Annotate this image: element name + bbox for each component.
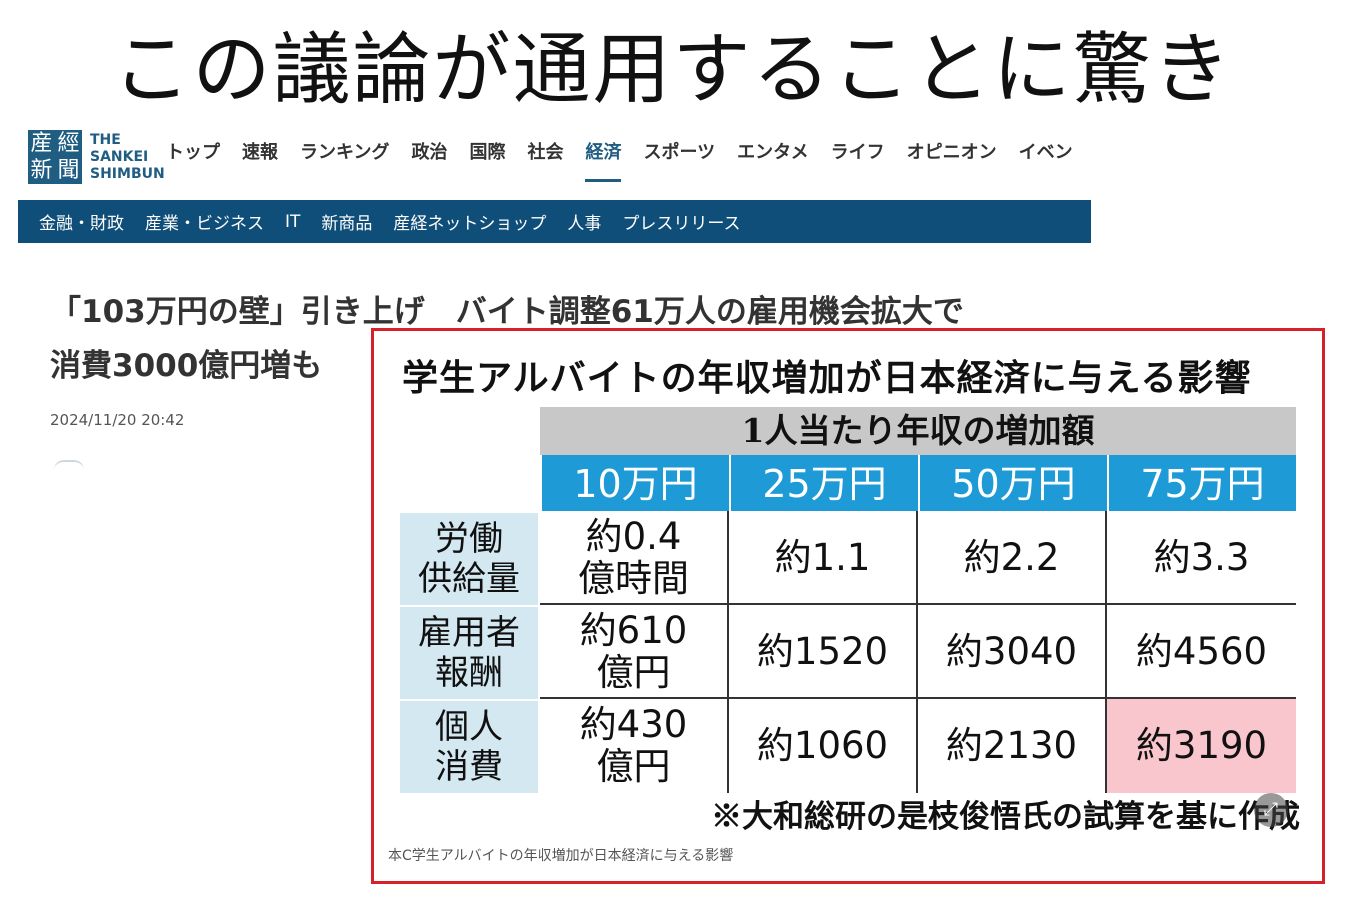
nav-item-breaking[interactable]: 速報 [242, 138, 278, 182]
logo-kanji: 聞 [57, 158, 80, 183]
cell-unit: 億円 [596, 651, 671, 694]
cell-value: 約0.4 [585, 515, 682, 558]
nav-item-ranking[interactable]: ランキング [300, 138, 389, 182]
row-label: 労働 [435, 519, 503, 559]
subnav-item-shop[interactable]: 産経ネットショップ [393, 209, 546, 234]
subnav-item-industry[interactable]: 産業・ビジネス [145, 209, 264, 234]
row-label: 雇用者 [418, 613, 520, 653]
column-header: 75万円 [1107, 455, 1296, 511]
logo-wordmark: THE SANKEI SHIMBUN [90, 132, 165, 183]
row-label: 報酬 [435, 653, 503, 693]
nav-item-life[interactable]: ライフ [831, 138, 885, 182]
subnav-item-press[interactable]: プレスリリース [622, 209, 740, 234]
logo-kanji: 經 [57, 131, 80, 156]
logo-word: SANKEI [90, 148, 149, 165]
cell-value: 約430 [579, 703, 688, 746]
cell-value: 約610 [579, 609, 688, 652]
logo-word: SHIMBUN [90, 165, 165, 182]
subnav-item-finance[interactable]: 金融・財政 [39, 209, 124, 234]
nav-item-sports[interactable]: スポーツ [643, 138, 715, 182]
column-header: 25万円 [729, 455, 918, 511]
row-label: 個人 [435, 707, 503, 747]
table-cell: 約3.3 [1153, 536, 1250, 579]
subnav-item-products[interactable]: 新商品 [321, 209, 372, 234]
author-avatar [54, 460, 84, 470]
nav-item-opinion[interactable]: オピニオン [907, 138, 997, 182]
nav-item-society[interactable]: 社会 [527, 138, 563, 182]
nav-item-events[interactable]: イベン [1019, 138, 1073, 182]
nav-item-economy[interactable]: 経済 [585, 138, 622, 182]
nav-item-top[interactable]: トップ [166, 138, 220, 182]
table-cell: 約3040 [918, 605, 1107, 699]
expand-icon[interactable]: ⤢ [1254, 793, 1288, 827]
logo-kanji: 新 [30, 158, 53, 183]
table-cell: 約4560 [1135, 630, 1268, 673]
figure-title: 学生アルバイトの年収増加が日本経済に与える影響 [402, 358, 1252, 399]
logo-word: THE [90, 131, 121, 148]
article-figure: 学生アルバイトの年収増加が日本経済に与える影響 1人当たり年収の増加額 10万円… [371, 328, 1325, 884]
cell-unit: 億円 [596, 745, 671, 788]
span-header: 1人当たり年収の増加額 [540, 407, 1296, 455]
table-cell: 約1.1 [729, 511, 918, 605]
table-cell: 約2.2 [918, 511, 1107, 605]
subnav-item-personnel[interactable]: 人事 [567, 209, 601, 234]
nav-item-politics[interactable]: 政治 [411, 138, 447, 182]
table-cell: 約0.4 億時間 [540, 511, 729, 605]
row-label: 消費 [435, 747, 503, 787]
table-cell: 約2130 [918, 699, 1107, 793]
table-cell: 約430 億円 [540, 699, 729, 793]
column-header: 50万円 [918, 455, 1107, 511]
table-cell: 約1520 [729, 605, 918, 699]
article-date: 2024/11/20 20:42 [50, 411, 185, 429]
column-header: 10万円 [540, 455, 729, 511]
row-header: 労働 供給量 [400, 513, 538, 605]
row-header: 個人 消費 [400, 701, 538, 793]
subnav-item-it[interactable]: IT [285, 212, 300, 232]
sankei-logo[interactable]: 産 經 新 聞 THE SANKEI SHIMBUN [28, 130, 165, 184]
sub-nav: 金融・財政 産業・ビジネス IT 新商品 産経ネットショップ 人事 プレスリリー… [18, 200, 1091, 243]
row-label: 供給量 [418, 559, 520, 599]
main-nav: トップ 速報 ランキング 政治 国際 社会 経済 スポーツ エンタメ ライフ オ… [166, 138, 1095, 182]
table-cell: 約1060 [729, 699, 918, 793]
figure-caption: 本C学生アルバイトの年収増加が日本経済に与える影響 [388, 848, 734, 864]
table-cell-highlighted: 約3190 [1107, 699, 1296, 793]
nav-item-entertainment[interactable]: エンタメ [737, 138, 808, 182]
logo-kanji: 産 [30, 131, 53, 156]
page-headline: この議論が通用することに驚き [112, 25, 1233, 115]
nav-item-world[interactable]: 国際 [469, 138, 505, 182]
cell-unit: 億時間 [578, 557, 689, 600]
logo-mark: 産 經 新 聞 [28, 130, 82, 184]
table-cell: 約610 億円 [540, 605, 729, 699]
source-note: ※大和総研の是枝俊悟氏の試算を基に作成 [711, 799, 1300, 835]
row-header: 雇用者 報酬 [400, 607, 538, 699]
